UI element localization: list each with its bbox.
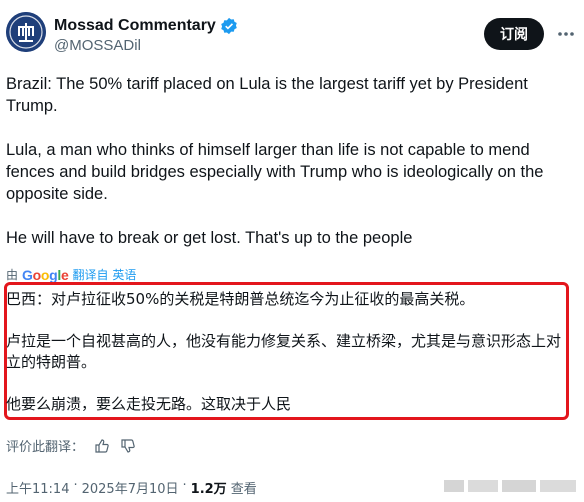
tweet-date[interactable]: 2025年7月10日 bbox=[82, 478, 179, 497]
translation-paragraph: 卢拉是一个自视甚高的人，他没有能力修复关系、建立桥梁，尤其是与意识形态上对立的特… bbox=[6, 332, 562, 371]
mossad-emblem-icon bbox=[6, 12, 46, 52]
thumbs-down-icon[interactable] bbox=[120, 438, 136, 454]
subscribe-button[interactable]: 订阅 bbox=[484, 18, 544, 50]
tweet-body: Brazil: The 50% tariff placed on Lula is… bbox=[6, 73, 571, 249]
views-count: 1.2万 bbox=[190, 482, 227, 497]
tweet-meta: 上午11:14 · 2025年7月10日 · 1.2万 查看 bbox=[6, 478, 257, 497]
rate-translation-label: 评价此翻译： bbox=[6, 440, 85, 455]
views-label: 查看 bbox=[230, 482, 257, 497]
verified-badge-icon bbox=[221, 17, 237, 35]
rate-translation: 评价此翻译： bbox=[6, 436, 136, 455]
translation-paragraph: 巴西：对卢拉征收50%的关税是特朗普总统迄今为止征收的最高关税。 bbox=[6, 290, 475, 308]
more-options-icon[interactable] bbox=[556, 22, 576, 46]
tweet-time[interactable]: 上午11:14 bbox=[6, 478, 69, 497]
translation-body: 巴西：对卢拉征收50%的关税是特朗普总统迄今为止征收的最高关税。 卢拉是一个自视… bbox=[6, 289, 566, 415]
translation-attribution: 由 Google 翻译自 英语 bbox=[6, 266, 136, 283]
translation-paragraph: 他要么崩溃，要么走投无路。这取决于人民 bbox=[6, 395, 292, 413]
thumbs-up-icon[interactable] bbox=[94, 438, 110, 454]
google-logo: Google bbox=[22, 266, 69, 283]
tweet-paragraph: He will have to break or get lost. That'… bbox=[6, 229, 413, 247]
author-handle[interactable]: @MOSSADil bbox=[54, 37, 141, 54]
tweet-paragraph: Brazil: The 50% tariff placed on Lula is… bbox=[6, 75, 533, 115]
author-name[interactable]: Mossad Commentary bbox=[54, 17, 216, 35]
watermark-icon bbox=[444, 480, 576, 492]
author-name-row: Mossad Commentary bbox=[54, 17, 238, 35]
tweet-header: Mossad Commentary @MOSSADil 订阅 bbox=[0, 0, 584, 70]
tweet-paragraph: Lula, a man who thinks of himself larger… bbox=[6, 141, 549, 203]
translated-by-label: 由 bbox=[6, 268, 19, 282]
avatar[interactable] bbox=[6, 12, 46, 52]
translated-from-link[interactable]: 翻译自 英语 bbox=[73, 266, 137, 283]
meta-separator: · bbox=[182, 478, 187, 493]
meta-separator: · bbox=[73, 478, 78, 493]
